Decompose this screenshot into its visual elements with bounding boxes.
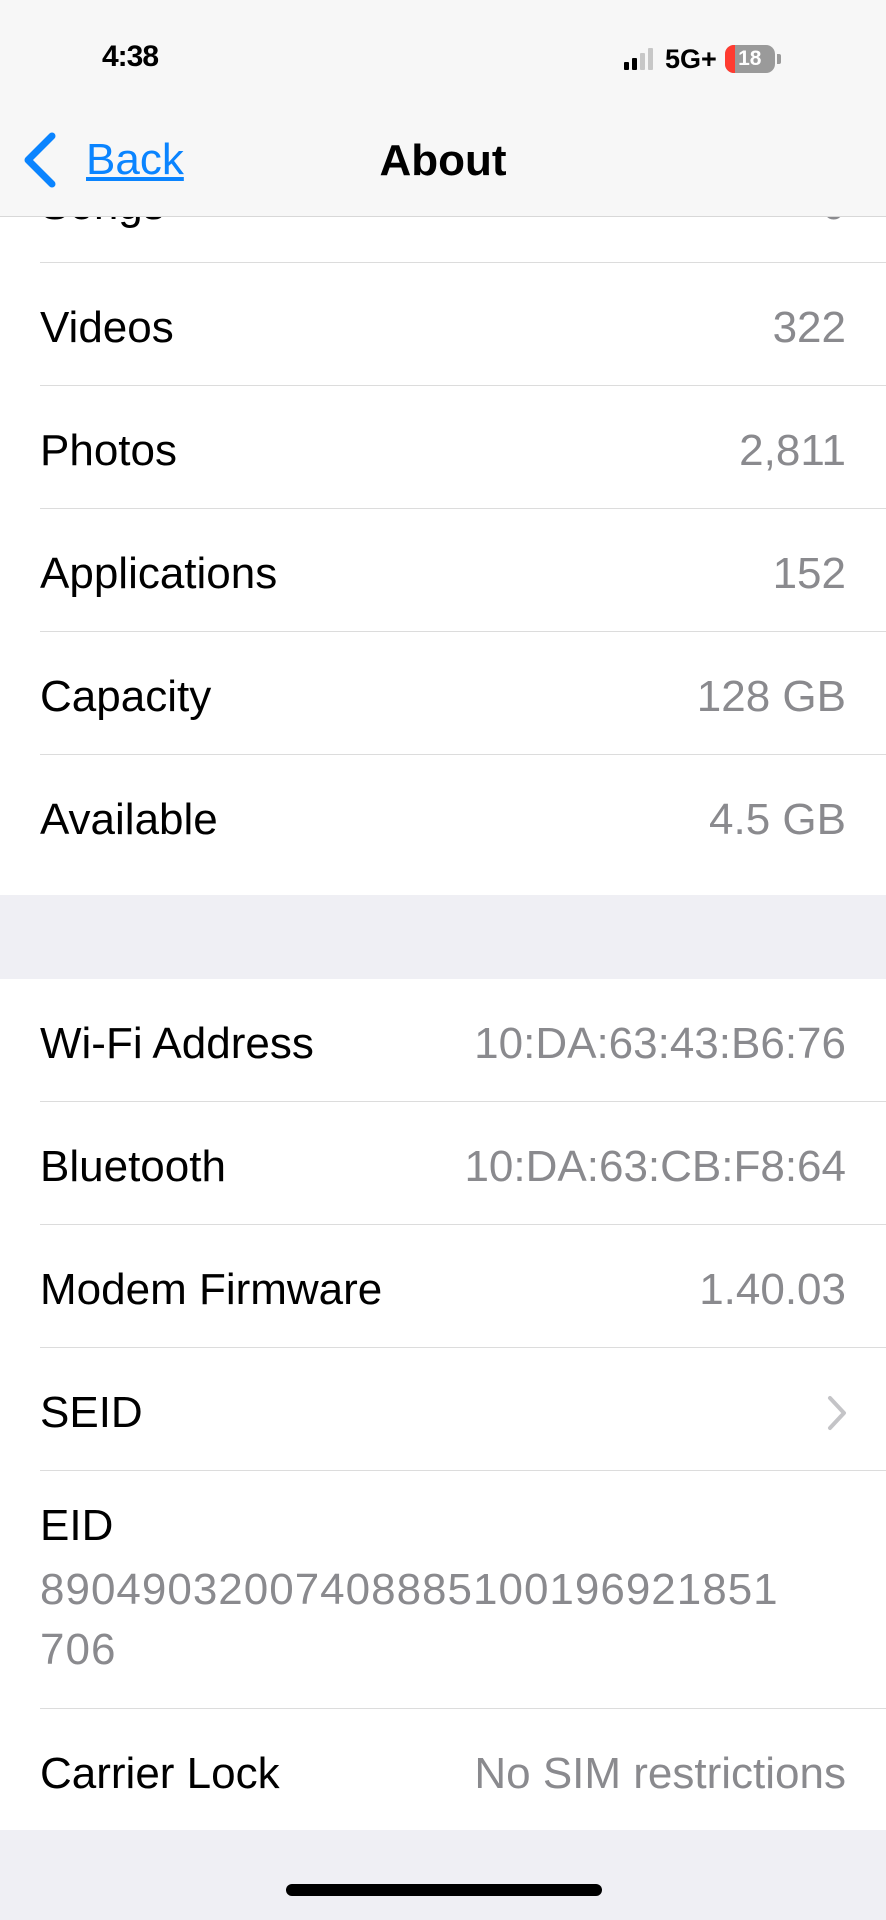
wifi-address-row: Wi-Fi Address 10:DA:63:43:B6:76 (0, 979, 886, 1102)
row-value: 10:DA:63:CB:F8:64 (464, 1142, 846, 1191)
row-value: 152 (772, 549, 846, 598)
row-value: 4.5 GB (709, 795, 846, 844)
photos-row: Photos 2,811 (0, 386, 886, 509)
usage-group: Songs 0 Videos 322 Photos 2,811 Applicat… (0, 160, 886, 895)
seid-row[interactable]: SEID (0, 1348, 886, 1471)
chevron-right-icon (828, 1396, 846, 1430)
eid-value-line1: 89049032007408885100196921851 (40, 1565, 779, 1614)
battery-tip (776, 54, 781, 64)
row-label: Bluetooth (40, 1142, 226, 1191)
row-value: 128 GB (696, 672, 846, 721)
eid-row: EID 89049032007408885100196921851 706 (0, 1471, 886, 1709)
row-label: EID (40, 1501, 114, 1550)
row-value: 322 (772, 303, 846, 352)
battery-icon: 18 (724, 45, 775, 73)
row-value: 10:DA:63:43:B6:76 (474, 1019, 846, 1068)
status-indicators: 5G+ 18 (624, 44, 781, 74)
status-time: 4:38 (102, 40, 159, 73)
applications-row: Applications 152 (0, 509, 886, 632)
row-label: Available (40, 795, 218, 844)
bluetooth-row: Bluetooth 10:DA:63:CB:F8:64 (0, 1102, 886, 1225)
row-label: Applications (40, 549, 278, 598)
eid-value-line2: 706 (40, 1625, 117, 1674)
row-label: Wi-Fi Address (40, 1019, 314, 1068)
row-value: No SIM restrictions (474, 1749, 846, 1798)
row-label: SEID (40, 1388, 143, 1437)
row-value: 1.40.03 (699, 1265, 846, 1314)
available-row: Available 4.5 GB (0, 755, 886, 878)
videos-row: Videos 322 (0, 263, 886, 386)
network-type: 5G+ (665, 43, 717, 74)
row-label: Modem Firmware (40, 1265, 383, 1314)
network-info-group: Wi-Fi Address 10:DA:63:43:B6:76 Bluetoot… (0, 979, 886, 1830)
carrier-lock-row: Carrier Lock No SIM restrictions (0, 1709, 886, 1832)
battery-level: 18 (738, 47, 762, 70)
navigation-bar: Back About (0, 110, 886, 217)
page-title: About (379, 136, 507, 185)
modem-firmware-row: Modem Firmware 1.40.03 (0, 1225, 886, 1348)
row-value: 2,811 (739, 426, 846, 475)
row-label: Photos (40, 426, 177, 475)
cellular-signal-icon (624, 48, 653, 70)
row-label: Capacity (40, 672, 212, 721)
home-indicator[interactable] (286, 1884, 602, 1896)
capacity-row: Capacity 128 GB (0, 632, 886, 755)
row-label: Carrier Lock (40, 1749, 280, 1798)
status-bar: 4:38 5G+ 18 (0, 0, 886, 120)
row-label: Videos (40, 303, 174, 352)
